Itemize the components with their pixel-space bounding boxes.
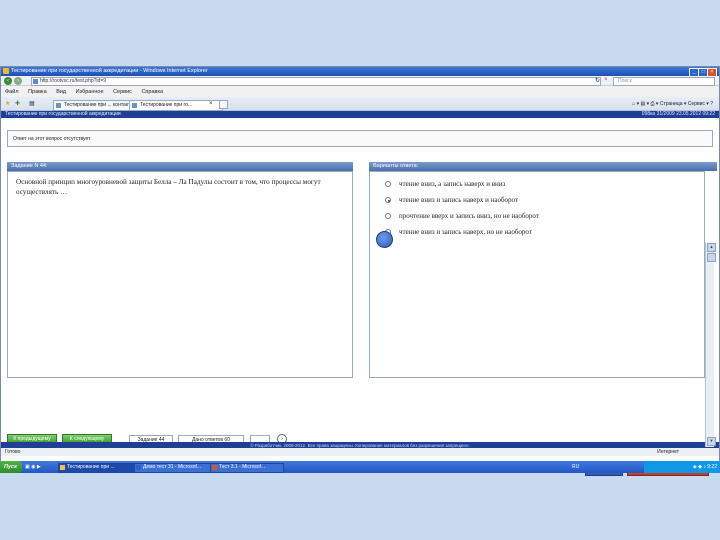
powerpoint-icon (212, 465, 217, 470)
question-text: Основной принцип многоуровневой защиты Б… (16, 178, 321, 196)
menu-bar: Файл Правка Вид Избранное Сервис Справка (1, 87, 719, 97)
language-indicator[interactable]: RU (572, 464, 579, 470)
taskbar-item-label: Тестирование при ... (67, 464, 115, 470)
taskbar: Пуск ▣ ◉ ▶ Тестирование при ... Демо тес… (0, 461, 720, 473)
ie-icon (3, 68, 9, 74)
tab-1-label: Тестирование при ... контакт (64, 102, 131, 108)
tab-page-icon (132, 103, 137, 108)
scrollbar[interactable]: ▲ ▼ (705, 243, 716, 447)
tab-list-icon[interactable]: ▦ (29, 100, 35, 107)
desktop-icon[interactable]: ▣ (25, 464, 30, 470)
radio-button[interactable] (385, 213, 391, 219)
refresh-icon[interactable]: ↻ (595, 77, 600, 84)
pointer-marker (376, 231, 393, 248)
tab-page-icon (56, 103, 61, 108)
info-text: Ответ на этот вопрос отсутствует (13, 136, 91, 142)
close-button[interactable]: × (707, 68, 717, 76)
taskbar-item-word[interactable]: Демо тест 31 - Microsof... (134, 463, 216, 473)
info-box: Ответ на этот вопрос отсутствует (7, 130, 713, 147)
taskbar-item-label: Тест 3.1 - Microsof... (219, 464, 266, 470)
answers-list: чтение вниз, а запись наверх и вниз чтен… (385, 180, 685, 240)
menu-edit[interactable]: Правка (28, 89, 47, 95)
back-button[interactable]: ‹ (4, 77, 12, 85)
answer-text: чтение вниз и запись наверх и наоборот (399, 196, 519, 204)
scroll-down-arrow[interactable]: ▼ (707, 437, 716, 446)
tools-menu[interactable]: Сервис (688, 101, 705, 107)
page-menu[interactable]: Страница (660, 101, 683, 107)
close-tab-icon[interactable]: × (209, 101, 213, 107)
page-header-info: 098ка 31/2009 23.05.2012 09:22 (641, 111, 715, 117)
page-header: Тестирование при государственной аккреди… (1, 111, 719, 118)
start-button[interactable]: Пуск (0, 461, 22, 473)
web-page: Тестирование при государственной аккреди… (1, 111, 719, 476)
tab-1[interactable]: Тестирование при ... контакт (53, 100, 139, 111)
radio-button-checked[interactable] (385, 197, 391, 203)
task-panel-header: Задание N 44: (7, 162, 353, 171)
status-bar: Готово Интернет (1, 448, 719, 456)
task-panel (7, 171, 353, 378)
taskbar-item-label: Демо тест 31 - Microsof... (143, 464, 202, 470)
menu-tools[interactable]: Сервис (113, 89, 132, 95)
ie-icon (60, 465, 65, 470)
search-placeholder: Поиск (618, 78, 632, 84)
menu-view[interactable]: Вид (56, 89, 66, 95)
search-input[interactable]: Поиск (613, 77, 715, 86)
stop-icon[interactable]: × (604, 77, 608, 83)
tray-icons[interactable]: ◈ ◆ ♪ (693, 464, 707, 470)
system-tray: ◈ ◆ ♪ 9:22 (644, 461, 720, 473)
page-icon (33, 79, 38, 84)
quick-launch: ▣ ◉ ▶ (25, 464, 55, 470)
answer-text: чтение вниз и запись наверх, но не наобо… (399, 228, 532, 236)
answer-text: прочтение вверх и запись вниз, но не нао… (399, 212, 539, 220)
task-title: Задание N 44: (11, 163, 48, 169)
answers-title: Варианты ответа: (373, 163, 419, 169)
ie-quick-icon[interactable]: ◉ (31, 464, 35, 470)
menu-file[interactable]: Файл (5, 89, 19, 95)
menu-favorites[interactable]: Избранное (76, 89, 104, 95)
new-tab-button[interactable] (219, 100, 228, 109)
home-icon[interactable]: ⌂ ▾ (632, 101, 640, 107)
print-icon[interactable]: ⎙ ▾ (651, 101, 660, 107)
tab-2-label: Тестирование при го... (140, 102, 193, 108)
add-favorites-icon[interactable]: ✚ (15, 100, 20, 107)
scroll-up-arrow[interactable]: ▲ (707, 243, 716, 252)
page-header-title: Тестирование при государственной аккреди… (5, 111, 121, 117)
feeds-icon[interactable]: ▤ ▾ (641, 101, 651, 107)
radio-button[interactable] (385, 181, 391, 187)
address-bar: ‹ › http://rootvsc.ru/test.php?id=9 ↻ × … (1, 76, 719, 86)
answers-panel-header: Варианты ответа: (369, 162, 717, 171)
url-field[interactable]: http://rootvsc.ru/test.php?id=9 (31, 77, 601, 86)
window-title: Тестирование при государственной аккреди… (11, 68, 208, 74)
favorites-star-icon[interactable]: ★ (5, 100, 10, 107)
url-text: http://rootvsc.ru/test.php?id=9 (40, 78, 107, 84)
forward-button[interactable]: › (14, 77, 22, 85)
media-icon[interactable]: ▶ (37, 464, 41, 470)
browser-window: Тестирование при государственной аккреди… (0, 66, 720, 476)
clock: 9:22 (707, 464, 717, 470)
taskbar-item-ppt[interactable]: Тест 3.1 - Microsof... (210, 463, 284, 473)
title-bar: Тестирование при государственной аккреди… (1, 67, 719, 76)
zone-text: Интернет (657, 449, 679, 455)
answer-text: чтение вниз, а запись наверх и вниз (399, 180, 506, 188)
status-text: Готово (5, 449, 21, 455)
start-label: Пуск (4, 464, 17, 470)
taskbar-item-browser[interactable]: Тестирование при ... (58, 463, 140, 473)
command-bar: ⌂ ▾ ▤ ▾ ⎙ ▾ Страница ▾ Сервис ▾ ? (632, 101, 713, 107)
scroll-thumb[interactable] (707, 253, 716, 262)
menu-help[interactable]: Справка (141, 89, 163, 95)
word-icon (136, 465, 141, 470)
help-icon[interactable]: ? (710, 101, 713, 107)
tabs-bar: ★ ✚ ▦ Тестирование при ... контакт Тести… (1, 97, 719, 111)
